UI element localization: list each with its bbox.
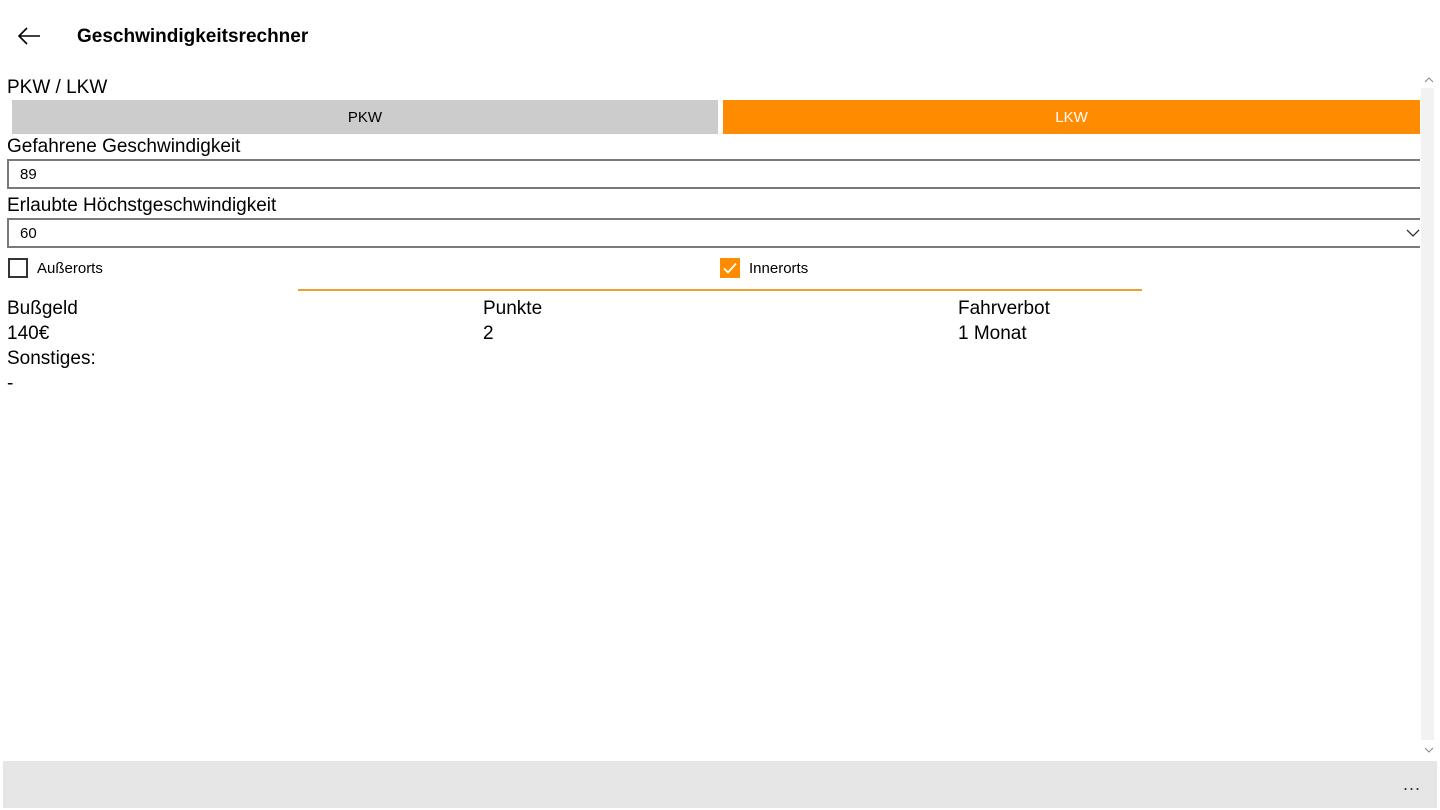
checkbox-box: [8, 258, 28, 278]
arrow-left-icon: [17, 27, 40, 45]
more-options-button[interactable]: ...: [1403, 774, 1421, 794]
punkte-label: Punkte: [483, 298, 543, 319]
sonstiges-label: Sonstiges:: [7, 348, 96, 369]
scrollbar-thumb[interactable]: [1421, 88, 1434, 740]
checkbox-box-checked: [720, 258, 740, 278]
back-button[interactable]: [12, 20, 46, 52]
bottom-app-bar: ...: [3, 761, 1437, 808]
bussgeld-label: Bußgeld: [7, 298, 78, 319]
fahrverbot-label: Fahrverbot: [958, 298, 1050, 319]
bussgeld-value: 140€: [7, 323, 50, 344]
title-bar: Geschwindigkeitsrechner: [0, 0, 1440, 72]
page-title: Geschwindigkeitsrechner: [77, 26, 309, 47]
checkmark-icon: [723, 262, 737, 274]
pkw-toggle-button[interactable]: PKW: [12, 100, 718, 134]
speed-limit-value: 60: [20, 224, 37, 242]
vertical-scrollbar[interactable]: [1420, 72, 1438, 758]
speed-limit-label: Erlaubte Höchstgeschwindigkeit: [7, 195, 277, 216]
speed-limit-select[interactable]: 60: [7, 218, 1420, 248]
punkte-value: 2: [483, 323, 494, 344]
innerorts-label: Innerorts: [749, 259, 809, 277]
innerorts-checkbox[interactable]: Innerorts: [720, 258, 808, 278]
speed-input[interactable]: 89: [7, 159, 1420, 189]
fahrverbot-value: 1 Monat: [958, 323, 1027, 344]
speed-label: Gefahrene Geschwindigkeit: [7, 136, 241, 157]
scroll-up-icon[interactable]: [1424, 76, 1434, 84]
scroll-down-icon[interactable]: [1424, 746, 1434, 754]
vehicle-type-label: PKW / LKW: [7, 77, 108, 98]
divider: [298, 289, 1142, 291]
ausserorts-checkbox[interactable]: Außerorts: [8, 258, 103, 278]
lkw-toggle-button[interactable]: LKW: [723, 100, 1420, 134]
sonstiges-value: -: [7, 373, 14, 394]
app-window: Geschwindigkeitsrechner PKW / LKW PKW LK…: [0, 0, 1440, 810]
ausserorts-label: Außerorts: [37, 259, 103, 277]
chevron-down-icon: [1406, 229, 1420, 237]
